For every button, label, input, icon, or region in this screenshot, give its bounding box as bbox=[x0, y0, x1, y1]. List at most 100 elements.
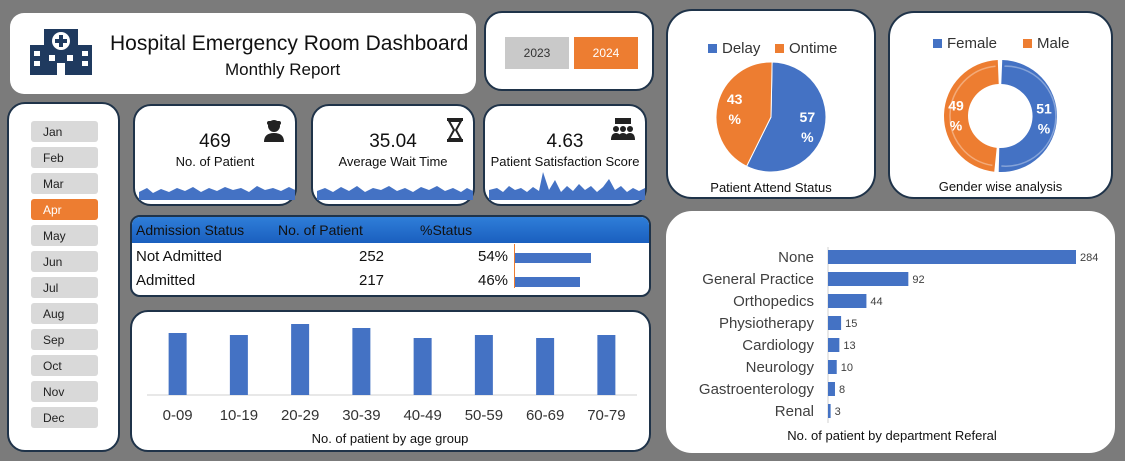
attend-status-title: Patient Attend Status bbox=[710, 180, 832, 195]
age-tick-label: 30-39 bbox=[342, 407, 380, 424]
month-button-sep[interactable]: Sep bbox=[31, 329, 98, 350]
age-tick-label: 70-79 bbox=[587, 407, 625, 424]
dept-bar bbox=[828, 404, 831, 418]
page-title: Hospital Emergency Room Dashboard bbox=[110, 32, 469, 55]
admission-table-header: Admission Status No. of Patient %Status bbox=[132, 217, 649, 243]
year-slicer: 2023 2024 bbox=[484, 11, 654, 91]
dept-bar bbox=[828, 316, 842, 330]
dept-data-label: 15 bbox=[845, 318, 857, 330]
attend-status-pie: 57% 43% bbox=[715, 61, 827, 173]
dept-bar bbox=[828, 272, 909, 286]
month-button-may[interactable]: May bbox=[31, 225, 98, 246]
dept-bar bbox=[828, 382, 835, 396]
kpi-wait-card: 35.04 Average Wait Time bbox=[311, 104, 475, 206]
month-button-apr[interactable]: Apr bbox=[31, 199, 98, 220]
department-referral-card: None 284 General Practice 92 Orthopedics 44 Ph… bbox=[666, 211, 1115, 453]
dept-bar bbox=[828, 294, 867, 308]
month-button-jun[interactable]: Jun bbox=[31, 251, 98, 272]
header-no-of-patient: No. of Patient bbox=[278, 222, 363, 238]
kpi-satisfaction-value: 4.63 bbox=[546, 131, 584, 152]
attend-status-chart-card: Delay Ontime 57% 43% Patient Attend Statu… bbox=[666, 9, 876, 199]
header-pct-status: %Status bbox=[420, 222, 473, 238]
age-tick-label: 60-69 bbox=[526, 407, 564, 424]
pie-data-label: % bbox=[728, 111, 741, 127]
donut-data-label: % bbox=[1038, 120, 1051, 136]
dept-data-label: 44 bbox=[870, 296, 882, 308]
age-bar-50-59 bbox=[474, 335, 493, 395]
kpi-wait-sparkline bbox=[317, 186, 473, 200]
age-chart-title: No. of patient by age group bbox=[312, 431, 469, 446]
kpi-wait-label: Average Wait Time bbox=[338, 154, 448, 169]
age-tick-label: 50-59 bbox=[465, 407, 503, 424]
dept-data-label: 8 bbox=[839, 384, 845, 396]
donut-slice-male bbox=[944, 60, 999, 172]
dept-tick-label: Orthopedics bbox=[733, 293, 814, 310]
row-count: 252 bbox=[359, 248, 385, 265]
age-bar-10-19 bbox=[229, 335, 248, 395]
age-tick-label: 20-29 bbox=[281, 407, 319, 424]
age-bar-70-79 bbox=[597, 335, 616, 395]
dept-tick-label: General Practice bbox=[702, 271, 814, 288]
dept-tick-label: Cardiology bbox=[742, 337, 814, 354]
dept-data-label: 10 bbox=[841, 362, 853, 374]
age-group-chart: 0-09 10-19 20-29 30-39 40-49 50-59 60-69 70-79 N… bbox=[147, 324, 637, 446]
row-status: Admitted bbox=[136, 272, 196, 289]
donut-data-label: % bbox=[950, 118, 963, 134]
age-tick-label: 40-49 bbox=[403, 407, 441, 424]
month-button-jul[interactable]: Jul bbox=[31, 277, 98, 298]
hospital-icon bbox=[30, 29, 92, 75]
age-bar-0-09 bbox=[168, 333, 187, 395]
dept-tick-label: Physiotherapy bbox=[719, 315, 815, 332]
dept-data-label: 92 bbox=[912, 274, 924, 286]
dept-data-label: 13 bbox=[843, 340, 855, 352]
kpi-wait-value: 35.04 bbox=[369, 131, 417, 152]
dept-tick-label: Gastroenterology bbox=[699, 381, 815, 398]
month-button-aug[interactable]: Aug bbox=[31, 303, 98, 324]
header-admission-status: Admission Status bbox=[136, 222, 245, 238]
age-bar-40-49 bbox=[413, 338, 432, 395]
age-tick-label: 0-09 bbox=[163, 407, 193, 424]
admission-table: Admission Status No. of Patient %Status … bbox=[130, 215, 651, 297]
dept-bar bbox=[828, 338, 840, 352]
month-button-jan[interactable]: Jan bbox=[31, 121, 98, 142]
gender-chart-card: Female Male 51% 49% Gender wise analysis bbox=[888, 11, 1113, 199]
dept-data-label: 284 bbox=[1080, 252, 1098, 264]
dept-tick-label: Renal bbox=[775, 403, 814, 420]
dept-bar bbox=[828, 250, 1076, 264]
row-status: Not Admitted bbox=[136, 248, 222, 265]
kpi-satisfaction-card: 4.63 Patient Satisfaction Score bbox=[483, 104, 647, 206]
kpi-satisfaction-sparkline bbox=[489, 172, 645, 200]
age-bar-30-39 bbox=[352, 328, 371, 395]
pie-data-label: % bbox=[801, 129, 814, 145]
title-card: Hospital Emergency Room Dashboard Monthl… bbox=[10, 13, 476, 94]
kpi-patients-value: 469 bbox=[199, 131, 231, 152]
age-bar-20-29 bbox=[291, 324, 310, 395]
year-button-2023[interactable]: 2023 bbox=[505, 37, 569, 69]
row-pct: 46% bbox=[478, 272, 509, 289]
month-slicer: Jan Feb Mar Apr May Jun Jul Aug Sep Oct Nov Dec bbox=[7, 102, 120, 452]
month-button-dec[interactable]: Dec bbox=[31, 407, 98, 428]
age-group-chart-card: 0-09 10-19 20-29 30-39 40-49 50-59 60-69 70-79 N… bbox=[130, 310, 651, 452]
gender-donut: 51% 49% bbox=[944, 60, 1057, 173]
pie-data-label: 43 bbox=[727, 91, 743, 107]
page-subtitle: Monthly Report bbox=[225, 60, 341, 79]
pie-data-label: 57 bbox=[800, 109, 816, 125]
age-tick-label: 10-19 bbox=[220, 407, 258, 424]
dept-data-label: 3 bbox=[835, 406, 841, 418]
month-button-nov[interactable]: Nov bbox=[31, 381, 98, 402]
kpi-patients-card: 469 No. of Patient bbox=[133, 104, 297, 206]
dept-bar bbox=[828, 360, 837, 374]
donut-data-label: 51 bbox=[1036, 100, 1052, 116]
kpi-patients-sparkline bbox=[139, 186, 295, 200]
kpi-patients-label: No. of Patient bbox=[175, 154, 255, 169]
gender-title: Gender wise analysis bbox=[938, 179, 1063, 194]
month-button-oct[interactable]: Oct bbox=[31, 355, 98, 376]
status-databar bbox=[515, 253, 591, 263]
month-button-feb[interactable]: Feb bbox=[31, 147, 98, 168]
month-button-mar[interactable]: Mar bbox=[31, 173, 98, 194]
dept-chart-title: No. of patient by department Referal bbox=[787, 428, 997, 443]
donut-data-label: 49 bbox=[948, 98, 964, 114]
year-button-2024[interactable]: 2024 bbox=[574, 37, 638, 69]
dept-tick-label: None bbox=[778, 249, 814, 266]
row-count: 217 bbox=[359, 272, 385, 289]
